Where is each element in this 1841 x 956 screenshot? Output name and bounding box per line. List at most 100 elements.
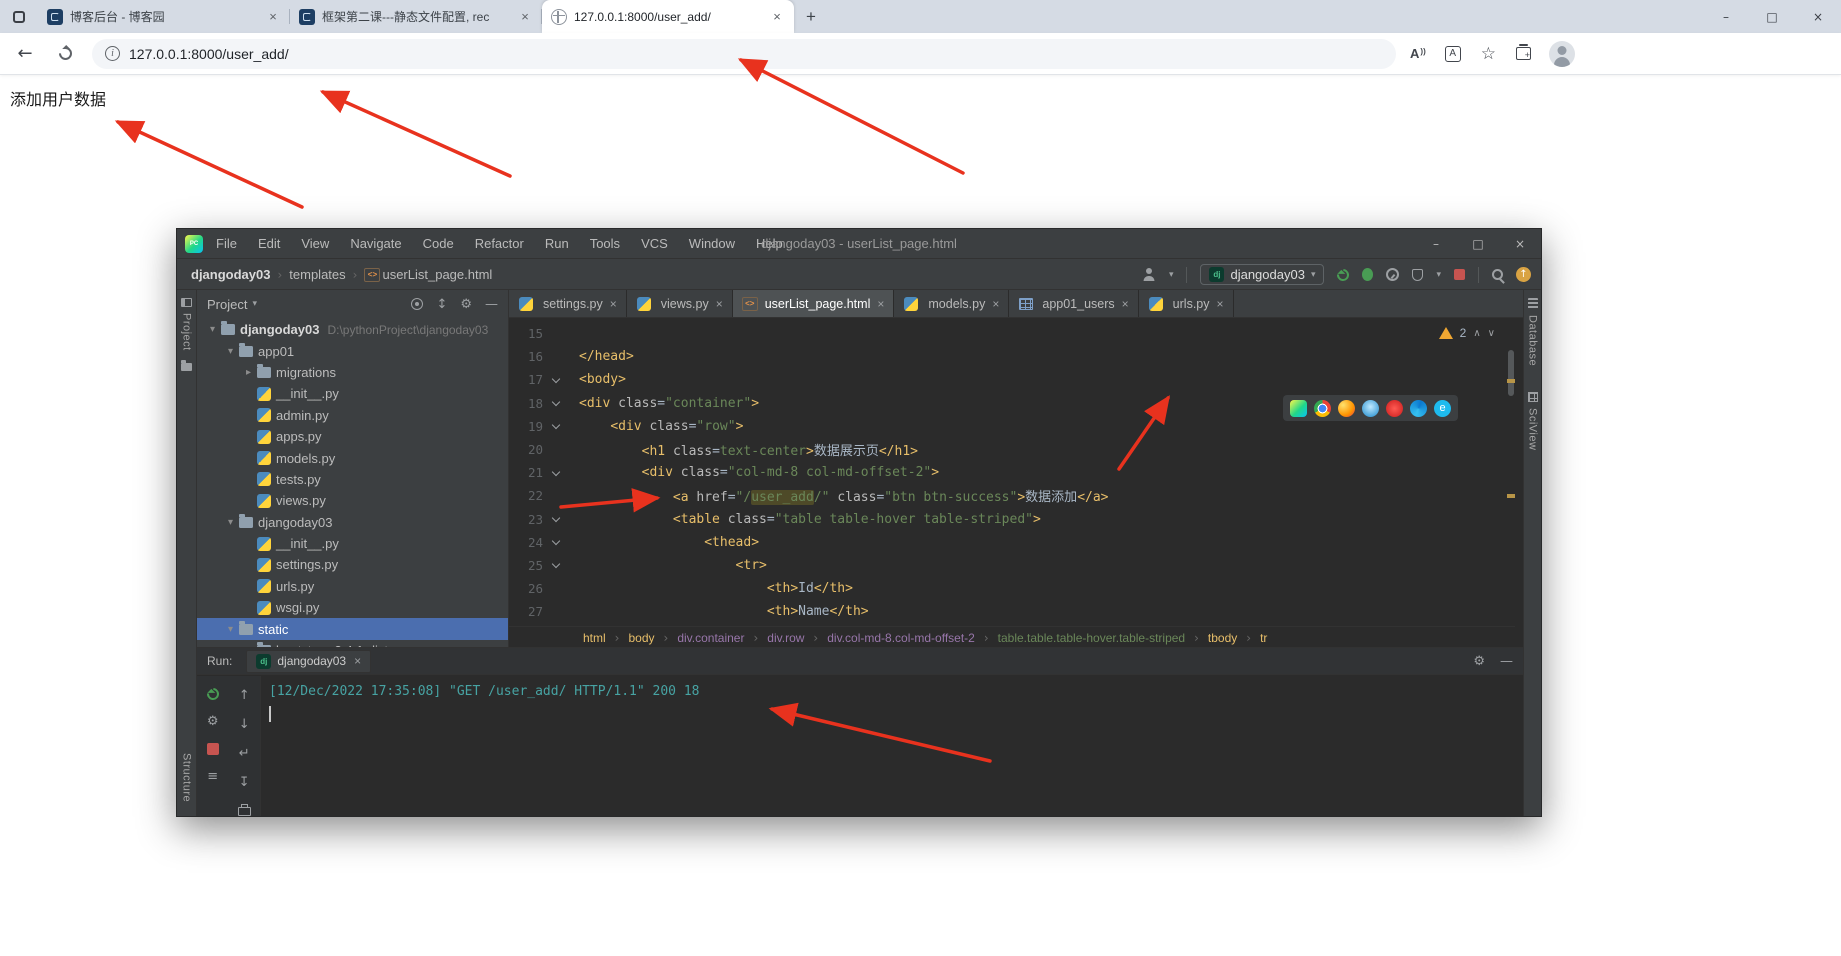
new-tab-button[interactable]: +	[798, 4, 824, 30]
element-breadcrumb[interactable]: table.table.table-hover.table-striped	[998, 631, 1185, 645]
restore-layout-icon[interactable]: ≡	[207, 769, 218, 784]
fold-toggle[interactable]	[543, 374, 569, 384]
tree-item[interactable]: tests.py	[197, 469, 508, 490]
tab-actions-button[interactable]	[6, 4, 32, 30]
menu-run[interactable]: Run	[545, 236, 569, 251]
browser-tab[interactable]: 博客后台 - 博客园 ×	[38, 0, 290, 33]
chevron-down-icon[interactable]: ▾	[1436, 270, 1441, 280]
tree-item[interactable]: views.py	[197, 490, 508, 511]
pycharm-title-bar[interactable]: File Edit View Navigate Code Refactor Run Tools…	[177, 229, 1541, 259]
code-editor[interactable]: 15 16 </head> 17 <body> 18 <div class="contain…	[509, 318, 1515, 626]
tab-close-icon[interactable]: ×	[354, 654, 361, 668]
menu-navigate[interactable]: Navigate	[350, 236, 401, 251]
tree-chevron[interactable]: ▸	[241, 367, 256, 378]
tree-chevron[interactable]: ▾	[223, 517, 238, 528]
tab-close-icon[interactable]: ×	[265, 9, 281, 25]
editor-tab[interactable]: views.py ×	[627, 290, 733, 317]
nav-breadcrumb[interactable]: templates	[289, 267, 345, 282]
tab-close-icon[interactable]: ×	[517, 9, 533, 25]
database-tool-button[interactable]: Database	[1527, 315, 1539, 366]
locate-file-icon[interactable]	[411, 298, 424, 310]
element-breadcrumb[interactable]: body	[628, 631, 654, 645]
back-button[interactable]: ←	[10, 39, 40, 69]
tree-item[interactable]: __init__.py	[197, 533, 508, 554]
code-line[interactable]: 27 <th>Name</th>	[509, 600, 1515, 623]
menu-file[interactable]: File	[216, 236, 237, 251]
code-line[interactable]: 16 </head>	[509, 345, 1515, 368]
tab-close-icon[interactable]: ×	[716, 297, 723, 311]
code-line[interactable]: 24 <thead>	[509, 531, 1515, 554]
fold-toggle[interactable]	[543, 537, 569, 546]
inspections-widget[interactable]: 2 ∧ ∨	[1438, 326, 1495, 340]
edge-icon[interactable]	[1410, 399, 1427, 417]
editor-tab[interactable]: urls.py ×	[1139, 290, 1234, 317]
next-problem-icon[interactable]: ∨	[1488, 328, 1495, 339]
fold-toggle[interactable]	[543, 560, 569, 569]
code-line[interactable]: 23 <table class="table table-hover table…	[509, 508, 1515, 531]
element-breadcrumb[interactable]: tr	[1260, 631, 1267, 645]
nav-breadcrumb[interactable]: userList_page.html	[364, 267, 492, 282]
browser-tab[interactable]: 框架第二课---静态文件配置, rec ×	[290, 0, 542, 33]
editor-tab[interactable]: app01_users ×	[1009, 290, 1139, 317]
codewithme-users-icon[interactable]	[1143, 268, 1156, 281]
profiler-icon[interactable]	[1386, 268, 1400, 281]
tree-chevron[interactable]: ▾	[223, 346, 238, 357]
tree-item[interactable]: apps.py	[197, 426, 508, 447]
element-breadcrumb[interactable]: div.col-md-8.col-md-offset-2	[827, 631, 975, 645]
code-line[interactable]: 17 <body>	[509, 368, 1515, 391]
safari-icon[interactable]	[1362, 399, 1379, 417]
tab-close-icon[interactable]: ×	[877, 297, 884, 311]
menu-tools[interactable]: Tools	[590, 236, 620, 251]
sciview-tool-button[interactable]: SciView	[1527, 408, 1539, 450]
tree-item[interactable]: ▾ app01	[197, 340, 508, 361]
coverage-icon[interactable]	[1412, 268, 1424, 281]
rerun-icon[interactable]	[1335, 266, 1352, 283]
collections-icon[interactable]	[1516, 43, 1531, 60]
warning-stripe-mark[interactable]	[1507, 494, 1515, 498]
maximize-button[interactable]: □	[1749, 0, 1795, 33]
read-aloud-icon[interactable]	[1410, 46, 1425, 61]
fold-toggle[interactable]	[543, 397, 569, 407]
refresh-button[interactable]	[50, 39, 80, 69]
ie-icon[interactable]	[1434, 399, 1451, 417]
print-icon[interactable]	[237, 804, 251, 816]
tree-item[interactable]: ▾ static	[197, 618, 508, 640]
favorites-star-icon[interactable]: ☆	[1481, 44, 1496, 64]
update-notification-icon[interactable]	[1516, 267, 1531, 282]
settings-gear-icon[interactable]: ⚙	[1473, 654, 1485, 669]
project-panel-title[interactable]: Project	[207, 297, 247, 312]
tree-item[interactable]: ▾ djangoday03	[197, 512, 508, 533]
address-bar[interactable]: 127.0.0.1:8000/user_add/	[92, 38, 1397, 69]
tree-chevron[interactable]: ▾	[223, 624, 238, 635]
nav-breadcrumb[interactable]: djangoday03	[191, 267, 270, 282]
tab-close-icon[interactable]: ×	[1122, 297, 1129, 311]
folder-icon[interactable]	[181, 360, 192, 371]
tree-item[interactable]: __init__.py	[197, 383, 508, 404]
pycharm-preview-icon[interactable]	[1290, 399, 1307, 417]
warning-stripe-mark[interactable]	[1507, 379, 1515, 383]
translate-icon[interactable]	[1444, 45, 1461, 62]
close-button[interactable]: ×	[1499, 229, 1541, 259]
menu-code[interactable]: Code	[423, 236, 454, 251]
tree-item[interactable]: wsgi.py	[197, 597, 508, 618]
tab-close-icon[interactable]: ×	[992, 297, 999, 311]
tree-item[interactable]: ▾ djangoday03 D:\pythonProject\djangoday03	[197, 319, 508, 340]
wrench-settings-icon[interactable]: ⚙	[207, 714, 219, 729]
chevron-down-icon[interactable]: ▾	[252, 299, 257, 309]
settings-gear-icon[interactable]: ⚙	[460, 297, 472, 312]
fold-toggle[interactable]	[543, 513, 569, 523]
code-line[interactable]: 21 <div class="col-md-8 col-md-offset-2"…	[509, 461, 1515, 484]
tree-chevron[interactable]: ▾	[205, 324, 220, 335]
stop-icon[interactable]	[206, 743, 219, 755]
debug-icon[interactable]	[1362, 268, 1374, 281]
scrollbar-thumb[interactable]	[1508, 350, 1514, 396]
element-breadcrumb[interactable]: div.container	[677, 631, 744, 645]
close-button[interactable]: ×	[1795, 0, 1841, 33]
browser-tab[interactable]: 127.0.0.1:8000/user_add/ ×	[542, 0, 794, 33]
code-line[interactable]: 22 <a href="/user_add/" class="btn btn-s…	[509, 484, 1515, 507]
code-line[interactable]: 25 <tr>	[509, 554, 1515, 577]
element-breadcrumb[interactable]: div.row	[767, 631, 804, 645]
chrome-icon[interactable]	[1314, 399, 1331, 417]
menu-vcs[interactable]: VCS	[641, 236, 668, 251]
editor-tab[interactable]: models.py ×	[894, 290, 1010, 317]
